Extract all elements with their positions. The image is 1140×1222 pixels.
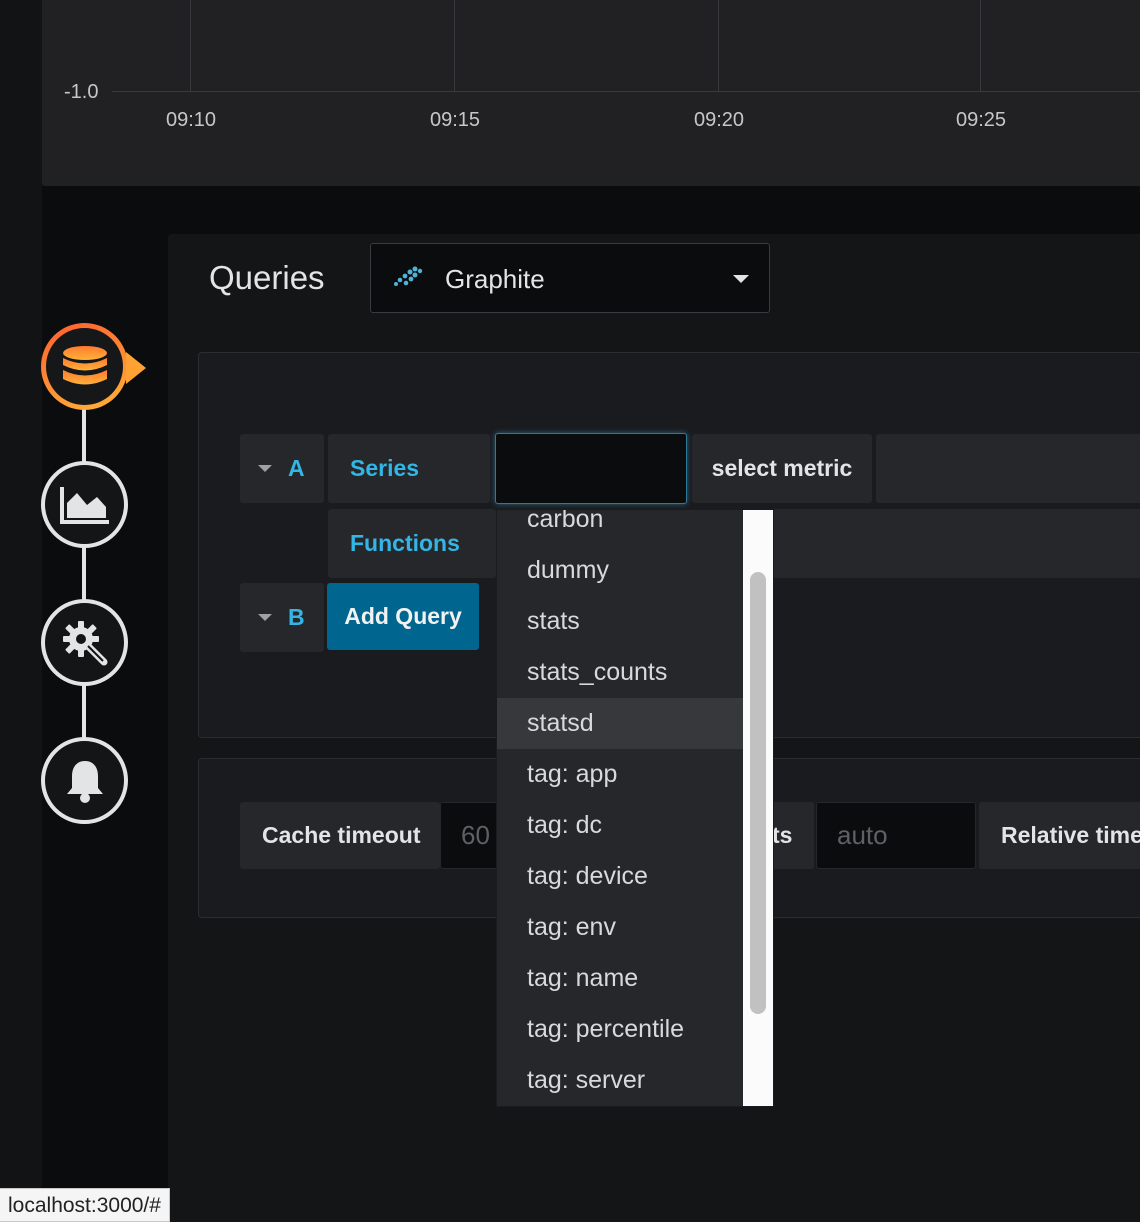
left-rail	[0, 0, 42, 1222]
active-step-pointer	[126, 352, 146, 384]
x-tick-label: 09:15	[429, 109, 481, 131]
dropdown-item[interactable]: tag: dc	[497, 800, 743, 851]
graphite-icon	[394, 266, 423, 286]
status-bar-url: localhost:3000/#	[0, 1188, 170, 1222]
dropdown-item[interactable]: dummy	[497, 545, 743, 596]
cache-timeout-label: Cache timeout	[240, 802, 440, 869]
x-axis-line	[112, 91, 1140, 92]
metric-dropdown[interactable]: carbon dummy stats stats_counts statsd t…	[496, 509, 774, 1107]
query-row-a-toggle[interactable]: A	[240, 434, 324, 503]
cache-timeout-placeholder: 60	[461, 820, 490, 850]
step-connector	[82, 405, 86, 465]
chevron-down-icon	[733, 275, 749, 283]
grid-line	[980, 0, 981, 92]
dropdown-item[interactable]: tag: percentile	[497, 1004, 743, 1055]
dropdown-scrollbar-thumb[interactable]	[750, 572, 766, 1014]
grid-line	[190, 0, 191, 92]
add-query-button[interactable]: Add Query	[327, 583, 479, 650]
bell-icon	[66, 760, 103, 803]
metric-dropdown-list: carbon dummy stats stats_counts statsd t…	[497, 510, 743, 1106]
step-alert[interactable]	[41, 737, 128, 824]
x-tick-label: 09:25	[955, 109, 1007, 131]
select-metric-button[interactable]: select metric	[692, 434, 872, 503]
dropdown-item[interactable]: tag: name	[497, 953, 743, 1004]
caret-down-icon	[258, 614, 272, 621]
grid-line	[454, 0, 455, 92]
query-row-b-toggle[interactable]: B	[240, 583, 324, 652]
step-general[interactable]	[41, 599, 128, 686]
dropdown-item[interactable]: carbon	[497, 510, 743, 545]
query-ref-id: A	[288, 455, 305, 481]
step-queries[interactable]	[41, 323, 128, 410]
caret-down-icon	[258, 465, 272, 472]
relative-time-label: Relative time	[979, 802, 1140, 869]
max-data-points-placeholder: auto	[837, 820, 888, 850]
step-connector	[82, 683, 86, 741]
dropdown-item[interactable]: stats_counts	[497, 647, 743, 698]
datasource-name: Graphite	[445, 264, 545, 294]
y-tick-label: -1.0	[64, 81, 99, 103]
step-connector	[82, 545, 86, 603]
query-row-filler	[876, 434, 1140, 503]
dropdown-item[interactable]: tag: device	[497, 851, 743, 902]
cog-wrench-icon	[62, 620, 107, 665]
dropdown-item[interactable]: tag: env	[497, 902, 743, 953]
dropdown-item[interactable]: tag: server	[497, 1055, 743, 1106]
database-icon	[62, 345, 107, 384]
metric-segment-input[interactable]	[495, 433, 687, 504]
page-title: Queries	[209, 259, 325, 296]
dropdown-item[interactable]: stats	[497, 596, 743, 647]
x-tick-label: 09:20	[693, 109, 745, 131]
functions-label: Functions	[328, 509, 496, 578]
dropdown-item[interactable]: tag: app	[497, 749, 743, 800]
dropdown-scrollbar-track[interactable]	[743, 510, 773, 1106]
query-ref-id: B	[288, 604, 305, 630]
dropdown-item-highlighted[interactable]: statsd	[497, 698, 743, 749]
series-label: Series	[328, 434, 490, 503]
max-data-points-input[interactable]: auto	[816, 802, 976, 869]
functions-row-filler	[772, 509, 1140, 578]
datasource-picker[interactable]: Graphite	[370, 243, 770, 313]
area-chart-icon	[59, 486, 109, 524]
x-tick-label: 09:10	[165, 109, 217, 131]
grid-line	[718, 0, 719, 92]
graph-panel: -1.0 09:10 09:15 09:20 09:25	[42, 0, 1140, 186]
step-visualization[interactable]	[41, 461, 128, 548]
